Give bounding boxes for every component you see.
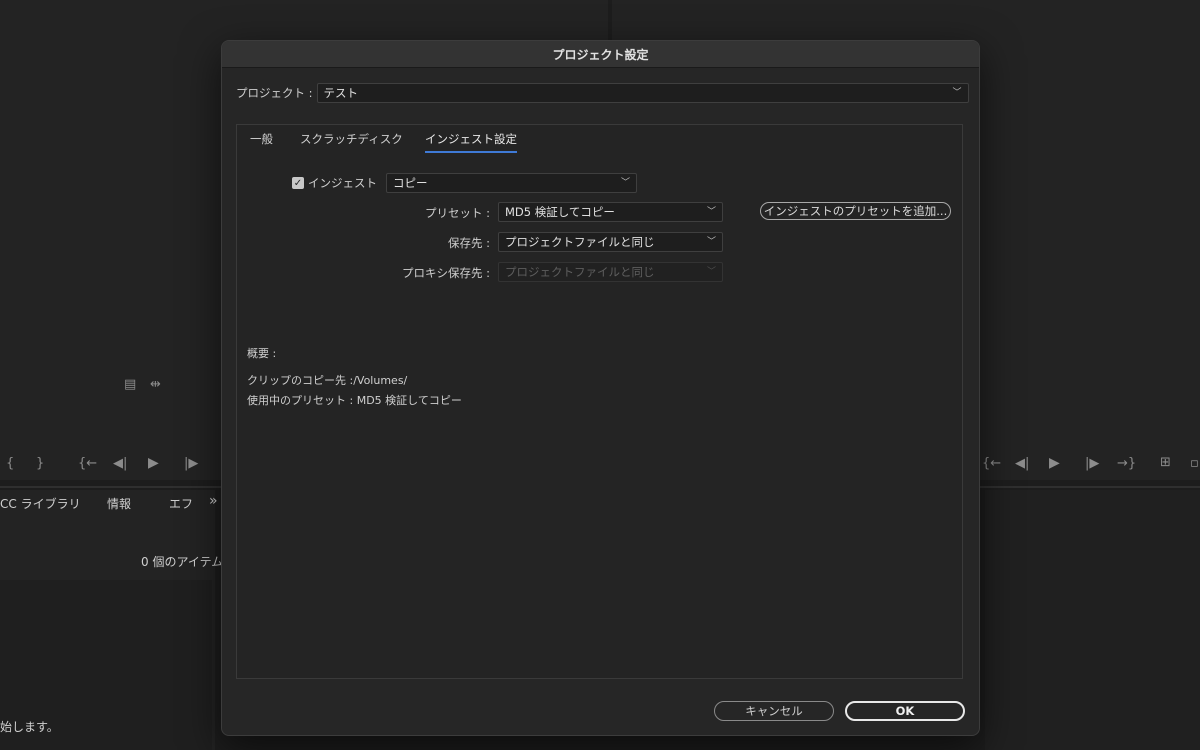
play-icon[interactable]: ▶	[148, 455, 159, 471]
ingest-checkbox-row[interactable]: ✓ インジェスト	[292, 175, 377, 191]
step-forward-icon[interactable]: |▶	[184, 456, 198, 471]
item-count: 0 個のアイテム	[141, 555, 224, 569]
ok-button[interactable]: OK	[845, 701, 965, 721]
project-settings-dialog: プロジェクト設定 プロジェクト : テスト ﹀ 一般 スクラッチディスク インジ…	[221, 40, 980, 736]
ingest-mode-select[interactable]: コピー ﹀	[386, 173, 637, 193]
tab-general[interactable]: 一般	[250, 131, 273, 151]
chevron-down-icon: ﹀	[706, 267, 716, 277]
go-to-in-icon[interactable]: {←	[78, 456, 97, 471]
go-to-in-icon[interactable]: {←	[982, 456, 1001, 471]
chevron-down-icon: ﹀	[952, 88, 962, 98]
add-ingest-preset-button[interactable]: インジェストのプリセットを追加...	[760, 202, 951, 220]
effects-tab[interactable]: エフ	[169, 495, 193, 512]
ingest-checkbox[interactable]: ✓	[292, 177, 304, 189]
project-select[interactable]: テスト ﹀	[316, 83, 969, 103]
lift-icon[interactable]: ⊞	[1160, 455, 1171, 470]
step-forward-icon[interactable]: |▶	[1085, 456, 1099, 471]
project-select-value: テスト	[323, 86, 359, 100]
mark-out-icon[interactable]: }	[36, 456, 44, 471]
preset-select[interactable]: MD5 検証してコピー ﹀	[498, 202, 723, 222]
destination-value: プロジェクトファイルと同じ	[505, 235, 655, 249]
summary-label: 概要 :	[247, 347, 277, 360]
mark-in-icon[interactable]: {	[6, 456, 14, 471]
library-hint-text: 始します。	[0, 720, 59, 734]
project-row: プロジェクト : テスト ﹀	[236, 83, 969, 103]
preset-label: プリセット :	[424, 206, 490, 220]
dialog-title: プロジェクト設定	[222, 41, 979, 68]
extract-icon[interactable]: ▫	[1190, 456, 1199, 471]
play-icon[interactable]: ▶	[1049, 455, 1060, 471]
more-tabs-icon[interactable]: »	[209, 493, 218, 509]
ingest-checkbox-label: インジェスト	[308, 176, 377, 190]
cancel-button[interactable]: キャンセル	[714, 701, 834, 721]
go-to-out-icon[interactable]: →}	[1117, 456, 1136, 471]
proxy-destination-select: プロジェクトファイルと同じ ﹀	[498, 262, 723, 282]
project-label: プロジェクト :	[236, 86, 313, 100]
chevron-down-icon: ﹀	[706, 237, 716, 247]
chevron-down-icon: ﹀	[620, 178, 630, 188]
timeline-panel	[985, 490, 1200, 750]
proxy-destination-label: プロキシ保存先 :	[401, 266, 490, 280]
proxy-destination-value: プロジェクトファイルと同じ	[505, 265, 655, 279]
summary-preset-in-use: 使用中のプリセット : MD5 検証してコピー	[247, 394, 462, 407]
drag-video-icon[interactable]: ▤	[124, 377, 136, 392]
info-tab[interactable]: 情報	[107, 495, 131, 512]
tab-ingest-settings[interactable]: インジェスト設定	[425, 131, 517, 153]
step-back-icon[interactable]: ◀|	[1015, 456, 1029, 471]
preset-value: MD5 検証してコピー	[505, 205, 615, 219]
ingest-mode-value: コピー	[393, 176, 428, 190]
settings-tab-panel: 一般 スクラッチディスク インジェスト設定 ✓ インジェスト コピー ﹀ プリセ…	[236, 124, 963, 679]
step-back-icon[interactable]: ◀|	[113, 456, 127, 471]
library-tab[interactable]: CC ライブラリ	[0, 495, 81, 512]
destination-select[interactable]: プロジェクトファイルと同じ ﹀	[498, 232, 723, 252]
destination-label: 保存先 :	[447, 236, 490, 250]
chevron-down-icon: ﹀	[706, 207, 716, 217]
summary-copy-destination: クリップのコピー先 :/Volumes/	[247, 374, 408, 387]
tab-scratch-disks[interactable]: スクラッチディスク	[300, 131, 403, 151]
drag-audio-icon[interactable]: ⇹	[150, 377, 161, 392]
